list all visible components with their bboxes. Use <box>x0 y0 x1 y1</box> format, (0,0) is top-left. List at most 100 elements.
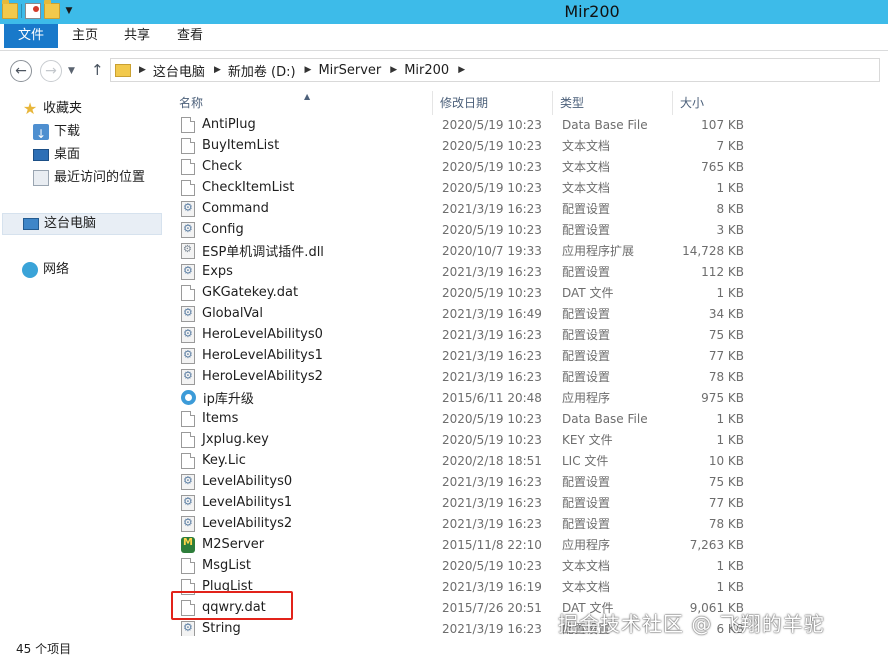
file-name-cell[interactable]: LevelAbilitys2 <box>172 515 433 532</box>
chevron-right-icon[interactable]: ▶ <box>458 65 465 75</box>
file-row[interactable]: Config 2020/5/19 10:23 配置设置 3 KB <box>172 219 754 240</box>
tab-view[interactable]: 查看 <box>164 24 216 48</box>
document-icon <box>181 137 195 154</box>
file-row[interactable]: HeroLevelAbilitys0 2021/3/19 16:23 配置设置 75 … <box>172 324 754 345</box>
forward-button[interactable]: → <box>40 60 62 82</box>
window-title: Mir200 <box>564 2 620 21</box>
file-name-cell[interactable]: HeroLevelAbilitys2 <box>172 368 433 385</box>
breadcrumb-mirserver[interactable]: MirServer <box>318 63 381 78</box>
up-button[interactable]: ↑ <box>91 61 104 79</box>
file-row[interactable]: ESP单机调试插件.dll 2020/10/7 19:33 应用程序扩展 14,728… <box>172 240 754 261</box>
file-row[interactable]: LevelAbilitys1 2021/3/19 16:23 配置设置 77 KB <box>172 492 754 513</box>
file-name-cell[interactable]: String <box>172 620 433 636</box>
tab-home[interactable]: 主页 <box>60 24 110 48</box>
file-name: String <box>202 621 241 636</box>
file-name-cell[interactable]: ip库升级 <box>172 388 433 407</box>
file-name-cell[interactable]: M2Server <box>172 536 433 553</box>
column-type[interactable]: 类型 <box>553 91 673 115</box>
file-size: 14,728 KB <box>682 243 744 258</box>
file-name-cell[interactable]: Items <box>172 410 433 427</box>
file-row[interactable]: Check 2020/5/19 10:23 文本文档 765 KB <box>172 156 754 177</box>
column-name[interactable]: 名称 ▲ <box>172 91 433 115</box>
address-bar[interactable]: ▶ 这台电脑 ▶ 新加卷 (D:) ▶ MirServer ▶ Mir200 ▶ <box>110 58 880 82</box>
chevron-right-icon[interactable]: ▶ <box>305 65 312 75</box>
tab-file[interactable]: 文件 <box>4 24 58 48</box>
file-date: 2020/5/19 10:23 <box>442 159 542 174</box>
file-type: 文本文档 <box>562 160 611 174</box>
file-name-cell[interactable]: Config <box>172 221 433 238</box>
file-row[interactable]: M2Server 2015/11/8 22:10 应用程序 7,263 KB <box>172 534 754 555</box>
file-name-cell[interactable]: BuyItemList <box>172 137 433 154</box>
file-name-cell[interactable]: HeroLevelAbilitys0 <box>172 326 433 343</box>
file-row[interactable]: BuyItemList 2020/5/19 10:23 文本文档 7 KB <box>172 135 754 156</box>
file-name-cell[interactable]: GKGatekey.dat <box>172 284 433 301</box>
file-row[interactable]: ip库升级 2015/6/11 20:48 应用程序 975 KB <box>172 387 754 408</box>
file-type: 配置设置 <box>562 223 611 237</box>
breadcrumb-mir200[interactable]: Mir200 <box>404 63 449 78</box>
nav-network[interactable]: 网络 <box>22 259 69 281</box>
file-name: HeroLevelAbilitys2 <box>202 369 323 384</box>
nav-desktop[interactable]: 桌面 <box>33 144 80 166</box>
file-name: GlobalVal <box>202 306 263 321</box>
file-name-cell[interactable]: HeroLevelAbilitys1 <box>172 347 433 364</box>
file-name-cell[interactable]: Check <box>172 158 433 175</box>
file-row[interactable]: AntiPlug 2020/5/19 10:23 Data Base File 107… <box>172 114 754 135</box>
file-size: 765 KB <box>701 159 744 174</box>
file-row[interactable]: Key.Lic 2020/2/18 18:51 LIC 文件 10 KB <box>172 450 754 471</box>
document-icon <box>181 158 195 175</box>
file-name: GKGatekey.dat <box>202 285 299 300</box>
column-size[interactable]: 大小 <box>673 91 754 115</box>
file-size: 3 KB <box>716 222 744 237</box>
file-row[interactable]: GlobalVal 2021/3/19 16:49 配置设置 34 KB <box>172 303 754 324</box>
file-name-cell[interactable]: Jxplug.key <box>172 431 433 448</box>
file-size: 77 KB <box>708 348 744 363</box>
file-name-cell[interactable]: Exps <box>172 263 433 280</box>
tab-share[interactable]: 共享 <box>112 24 162 48</box>
file-row[interactable]: Jxplug.key 2020/5/19 10:23 KEY 文件 1 KB <box>172 429 754 450</box>
file-name-cell[interactable]: CheckItemList <box>172 179 433 196</box>
annotation-highlight-box <box>171 591 293 620</box>
file-date: 2021/3/19 16:23 <box>442 327 542 342</box>
file-type: 应用程序 <box>562 391 611 405</box>
file-row[interactable]: GKGatekey.dat 2020/5/19 10:23 DAT 文件 1 KB <box>172 282 754 303</box>
nav-favorites[interactable]: ★ 收藏夹 <box>22 98 82 120</box>
column-date[interactable]: 修改日期 <box>433 91 553 115</box>
file-name-cell[interactable]: Key.Lic <box>172 452 433 469</box>
navigation-pane: ★ 收藏夹 下载 桌面 最近访问的位置 这台电脑 网络 <box>0 88 162 636</box>
file-row[interactable]: LevelAbilitys2 2021/3/19 16:23 配置设置 78 KB <box>172 513 754 534</box>
file-type: 文本文档 <box>562 181 611 195</box>
file-name: ip库升级 <box>203 392 254 407</box>
file-row[interactable]: Command 2021/3/19 16:23 配置设置 8 KB <box>172 198 754 219</box>
file-name-cell[interactable]: GlobalVal <box>172 305 433 322</box>
chevron-right-icon[interactable]: ▶ <box>214 65 221 75</box>
file-row[interactable]: CheckItemList 2020/5/19 10:23 文本文档 1 KB <box>172 177 754 198</box>
file-row[interactable]: MsgList 2020/5/19 10:23 文本文档 1 KB <box>172 555 754 576</box>
file-type: Data Base File <box>562 411 648 426</box>
nav-this-pc[interactable]: 这台电脑 <box>2 213 162 235</box>
config-icon <box>181 200 195 217</box>
file-name-cell[interactable]: ESP单机调试插件.dll <box>172 241 433 260</box>
file-date: 2021/3/19 16:23 <box>442 201 542 216</box>
nav-recent-places[interactable]: 最近访问的位置 <box>33 167 145 189</box>
chevron-right-icon[interactable]: ▶ <box>139 65 146 75</box>
file-row[interactable]: HeroLevelAbilitys1 2021/3/19 16:23 配置设置 77 … <box>172 345 754 366</box>
file-name: LevelAbilitys1 <box>202 495 293 510</box>
recent-locations-dropdown-icon[interactable]: ▼ <box>68 66 75 76</box>
file-name-cell[interactable]: AntiPlug <box>172 116 433 133</box>
file-name-cell[interactable]: MsgList <box>172 557 433 574</box>
folder-icon <box>115 63 131 77</box>
file-name-cell[interactable]: Command <box>172 200 433 217</box>
breadcrumb-this-pc[interactable]: 这台电脑 <box>153 61 205 80</box>
file-row[interactable]: Items 2020/5/19 10:23 Data Base File 1 KB <box>172 408 754 429</box>
chevron-right-icon[interactable]: ▶ <box>390 65 397 75</box>
file-name-cell[interactable]: LevelAbilitys0 <box>172 473 433 490</box>
file-row[interactable]: Exps 2021/3/19 16:23 配置设置 112 KB <box>172 261 754 282</box>
file-row[interactable]: HeroLevelAbilitys2 2021/3/19 16:23 配置设置 78 … <box>172 366 754 387</box>
config-icon <box>181 620 195 636</box>
file-type: 配置设置 <box>562 202 611 216</box>
back-button[interactable]: ← <box>10 60 32 82</box>
file-row[interactable]: LevelAbilitys0 2021/3/19 16:23 配置设置 75 KB <box>172 471 754 492</box>
breadcrumb-drive-d[interactable]: 新加卷 (D:) <box>228 61 296 80</box>
nav-downloads[interactable]: 下载 <box>33 121 80 145</box>
file-name-cell[interactable]: LevelAbilitys1 <box>172 494 433 511</box>
